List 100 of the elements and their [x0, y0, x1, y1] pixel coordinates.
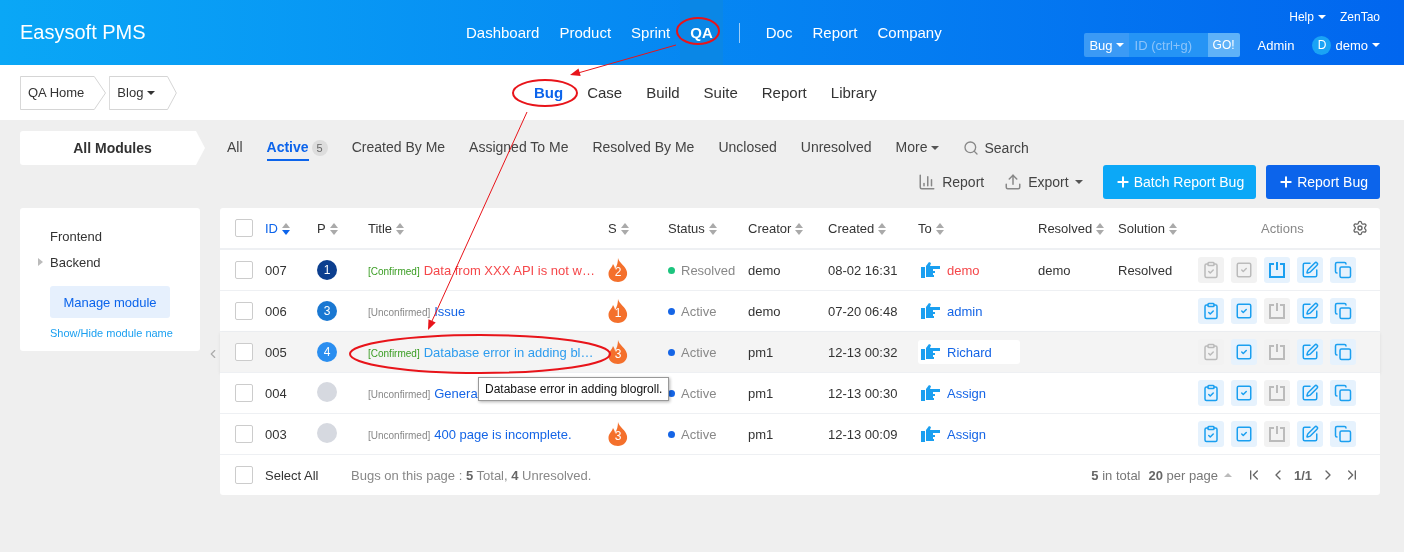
column-header[interactable]: To	[918, 221, 944, 236]
settings-icon[interactable]	[1352, 220, 1368, 236]
edit-button[interactable]	[1297, 421, 1323, 447]
resolve-button[interactable]	[1231, 298, 1257, 324]
copy-icon	[1334, 343, 1352, 361]
export-menu[interactable]: Export	[1004, 173, 1083, 191]
column-header[interactable]: Solution	[1118, 221, 1177, 236]
filter-tab[interactable]: Unresolved	[800, 135, 872, 161]
copy-button[interactable]	[1330, 339, 1356, 365]
checkbox[interactable]	[235, 343, 253, 361]
bug-title-link[interactable]: Data from XXX API is not w…	[423, 262, 595, 278]
copy-button[interactable]	[1330, 257, 1356, 283]
edit-button[interactable]	[1297, 257, 1323, 283]
nav-tab[interactable]: Report	[802, 0, 868, 65]
bug-title-link[interactable]: Issue	[434, 303, 466, 319]
confirm-tag: [Unconfirmed]	[368, 429, 431, 441]
sort-icon	[878, 222, 887, 235]
checkbox[interactable]	[235, 261, 253, 279]
sub-tab[interactable]: Case	[575, 84, 635, 101]
sort-icon	[396, 222, 405, 235]
bug-title-link[interactable]: Genera	[434, 385, 478, 401]
assignee-link[interactable]: demo	[918, 258, 1008, 282]
assignee-link[interactable]: Assign	[918, 422, 1015, 446]
sub-tab[interactable]: Report	[749, 84, 819, 101]
search-link[interactable]: Search	[962, 140, 1029, 156]
pointing-hand-icon	[921, 262, 941, 278]
column-header[interactable]: Resolved	[1038, 221, 1105, 236]
checkbox[interactable]	[235, 425, 253, 443]
upload-icon	[1004, 173, 1023, 191]
checkbox[interactable]	[235, 302, 253, 320]
filter-tab[interactable]: Active 5	[266, 135, 328, 161]
resolve-button[interactable]	[1231, 421, 1257, 447]
pointing-hand-icon	[921, 426, 941, 442]
manage-module-button[interactable]: Manage module	[50, 286, 170, 318]
user-menu[interactable]: D demo	[1312, 35, 1380, 55]
close-button[interactable]	[1264, 257, 1290, 283]
select-all-checkbox[interactable]: Select All	[220, 466, 351, 484]
pen-icon	[1301, 302, 1319, 320]
resolve-button[interactable]	[1231, 380, 1257, 406]
assignee-link[interactable]: admin	[918, 299, 1011, 323]
confirm-button[interactable]	[1198, 298, 1224, 324]
resolve-button[interactable]	[1231, 339, 1257, 365]
nav-tab[interactable]: Sprint	[621, 0, 681, 65]
confirm-button[interactable]	[1198, 421, 1224, 447]
clipboard-check-icon	[1202, 302, 1220, 320]
zentao-link[interactable]: ZenTao	[1339, 10, 1380, 24]
report-link[interactable]: Report	[918, 173, 985, 191]
copy-button[interactable]	[1330, 421, 1356, 447]
column-header: Actions	[1261, 220, 1304, 236]
help-menu[interactable]: Help	[1289, 10, 1326, 24]
confirm-tag: [Confirmed]	[368, 347, 420, 359]
filter-tab[interactable]: Resolved By Me	[592, 135, 695, 161]
clipboard-check-icon	[1202, 343, 1220, 361]
column-header[interactable]: Title	[368, 221, 405, 236]
assignee-link[interactable]: Richard	[918, 340, 1020, 364]
sort-icon	[282, 222, 290, 235]
sort-icon	[708, 222, 717, 235]
bug-title-link[interactable]: 400 page is incomplete.	[434, 426, 572, 442]
table-cell-text: Resolved	[1118, 262, 1174, 278]
nav-tab[interactable]: Company	[867, 0, 952, 65]
power-icon	[1268, 384, 1286, 402]
id-search-field[interactable]: ID (ctrl+g)	[1128, 33, 1208, 57]
edit-button[interactable]	[1297, 298, 1323, 324]
sub-tab[interactable]: Bug	[522, 84, 576, 101]
pointing-hand-icon	[921, 385, 941, 401]
checkbox[interactable]	[235, 219, 253, 237]
filter-tab[interactable]: Created By Me	[351, 135, 446, 161]
sub-tab[interactable]: Suite	[691, 84, 750, 101]
nav-tab[interactable]: QA	[680, 0, 723, 65]
table-cell-text: 005	[265, 344, 288, 360]
expand-icon[interactable]	[38, 258, 43, 266]
sub-tab[interactable]: Build	[634, 84, 692, 101]
status-text: Active	[681, 426, 717, 442]
column-header[interactable]: P	[317, 221, 338, 236]
module-item[interactable]: Backend	[50, 249, 200, 275]
edit-button[interactable]	[1297, 339, 1323, 365]
copy-button[interactable]	[1330, 380, 1356, 406]
report-bug-button[interactable]: Report Bug	[1266, 165, 1380, 199]
column-header[interactable]: ID	[265, 221, 290, 236]
breadcrumb[interactable]: Blog	[109, 75, 178, 110]
nav-tab[interactable]: Doc	[755, 0, 803, 65]
checkbox[interactable]	[235, 384, 253, 402]
admin-link[interactable]: Admin	[1257, 37, 1295, 53]
edit-button[interactable]	[1297, 380, 1323, 406]
column-header[interactable]: Created	[828, 221, 887, 236]
module-item[interactable]: Frontend	[50, 223, 200, 249]
filter-tab[interactable]: More	[895, 135, 939, 161]
column-header[interactable]: Status	[668, 221, 717, 236]
breadcrumb[interactable]: QA Home	[20, 75, 107, 110]
priority-badge: 4	[317, 342, 337, 362]
checkbox-icon	[1235, 425, 1253, 443]
sub-tab[interactable]: Library	[818, 84, 889, 101]
column-header[interactable]: Creator	[748, 221, 804, 236]
column-header[interactable]: S	[608, 221, 629, 236]
filter-tab[interactable]: Unclosed	[718, 135, 777, 161]
copy-button[interactable]	[1330, 298, 1356, 324]
bar-chart-icon	[918, 173, 937, 191]
confirm-button[interactable]	[1198, 380, 1224, 406]
per-page-select[interactable]: 20 per page	[1148, 467, 1232, 483]
filter-tab[interactable]: All	[227, 135, 243, 161]
